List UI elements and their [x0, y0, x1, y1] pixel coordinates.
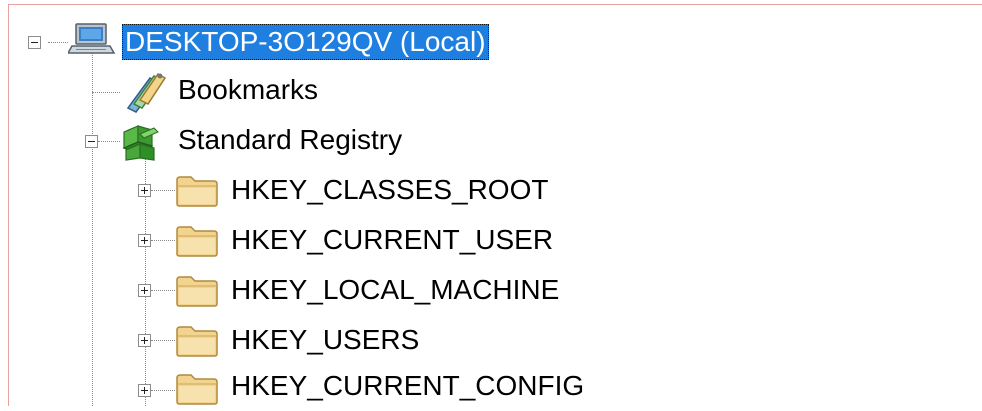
tree-connector — [92, 52, 93, 406]
expand-toggle[interactable] — [138, 384, 151, 397]
tree-connector — [151, 290, 175, 291]
tree-connector — [151, 390, 175, 391]
folder-icon — [175, 174, 219, 213]
tree-connector — [48, 42, 68, 43]
collapse-toggle[interactable] — [85, 135, 98, 148]
tree-label-hive[interactable]: HKEY_CURRENT_USER — [231, 222, 553, 258]
folder-icon — [175, 324, 219, 363]
folder-icon — [175, 274, 219, 313]
tree-connector — [151, 240, 175, 241]
registry-tree: DESKTOP-3O129QV (Local) Bookmarks Standa… — [0, 0, 982, 406]
tree-connector — [92, 92, 120, 93]
tree-label-bookmarks[interactable]: Bookmarks — [178, 72, 318, 108]
tree-label-root[interactable]: DESKTOP-3O129QV (Local) — [122, 24, 489, 60]
tree-label-hive[interactable]: HKEY_CURRENT_CONFIG — [231, 368, 584, 404]
collapse-toggle[interactable] — [28, 36, 41, 49]
tree-label-hive[interactable]: HKEY_LOCAL_MACHINE — [231, 272, 559, 308]
expand-toggle[interactable] — [138, 334, 151, 347]
computer-icon — [66, 22, 116, 63]
expand-toggle[interactable] — [138, 184, 151, 197]
expand-toggle[interactable] — [138, 284, 151, 297]
tree-connector — [98, 141, 120, 142]
bookmarks-icon — [118, 70, 168, 119]
tree-label-hive[interactable]: HKEY_USERS — [231, 322, 419, 358]
tree-label-standard-registry[interactable]: Standard Registry — [178, 122, 402, 158]
folder-icon — [175, 224, 219, 263]
tree-label-hive[interactable]: HKEY_CLASSES_ROOT — [231, 172, 548, 208]
tree-connector — [151, 190, 175, 191]
tree-connector — [151, 340, 175, 341]
expand-toggle[interactable] — [138, 234, 151, 247]
folder-icon — [175, 372, 219, 411]
registry-cube-icon — [118, 120, 162, 167]
